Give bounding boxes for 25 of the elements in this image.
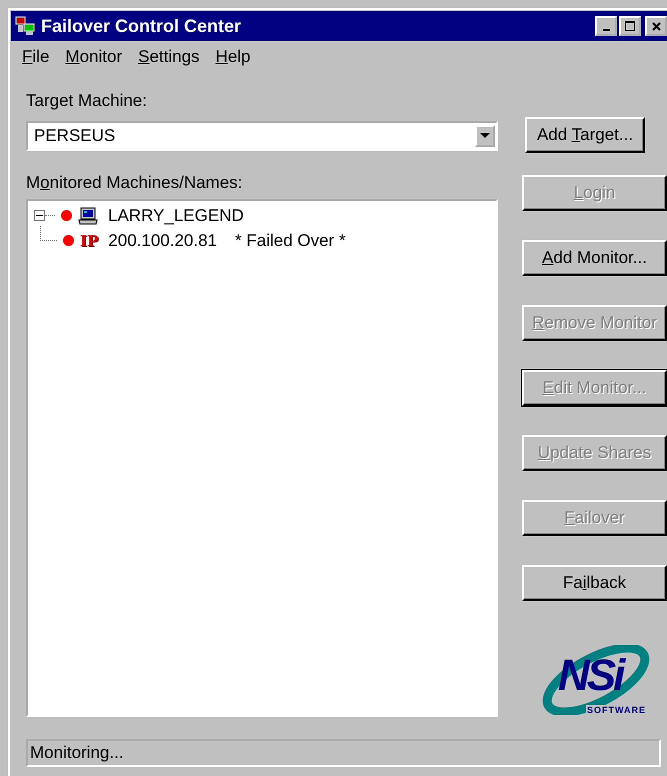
menu-item[interactable]: Settings [138, 47, 200, 69]
status-bar: Monitoring... [26, 739, 661, 767]
window-title: Failover Control Center [41, 16, 242, 36]
menu-item[interactable]: Monitor [65, 47, 122, 69]
collapse-toggle-icon[interactable] [34, 210, 45, 221]
action-button[interactable]: Add Monitor... [522, 240, 667, 276]
close-button[interactable] [645, 16, 667, 36]
maximize-button[interactable] [619, 16, 641, 36]
add-target-button[interactable]: Add Target... [525, 117, 645, 153]
menu-item[interactable]: Help [216, 47, 251, 69]
maximize-icon [625, 21, 635, 31]
target-machine-dropdown[interactable]: PERSEUS [26, 121, 498, 151]
failover-status: * Failed Over * [235, 230, 346, 250]
machine-name[interactable]: LARRY_LEGEND [108, 206, 244, 226]
network-computers-icon [15, 16, 37, 36]
close-icon [652, 22, 660, 30]
minimize-icon [602, 28, 610, 30]
ip-address[interactable]: 200.100.20.81 [108, 230, 218, 250]
ip-icon: IP [80, 232, 98, 250]
action-button[interactable]: Failback [522, 565, 667, 601]
target-machine-label: Target Machine: [26, 91, 148, 111]
menu-item[interactable]: File [22, 47, 50, 69]
monitored-machines-label: Monitored Machines/Names: [26, 173, 244, 193]
computer-icon [78, 206, 98, 224]
minimize-button[interactable] [595, 16, 617, 36]
